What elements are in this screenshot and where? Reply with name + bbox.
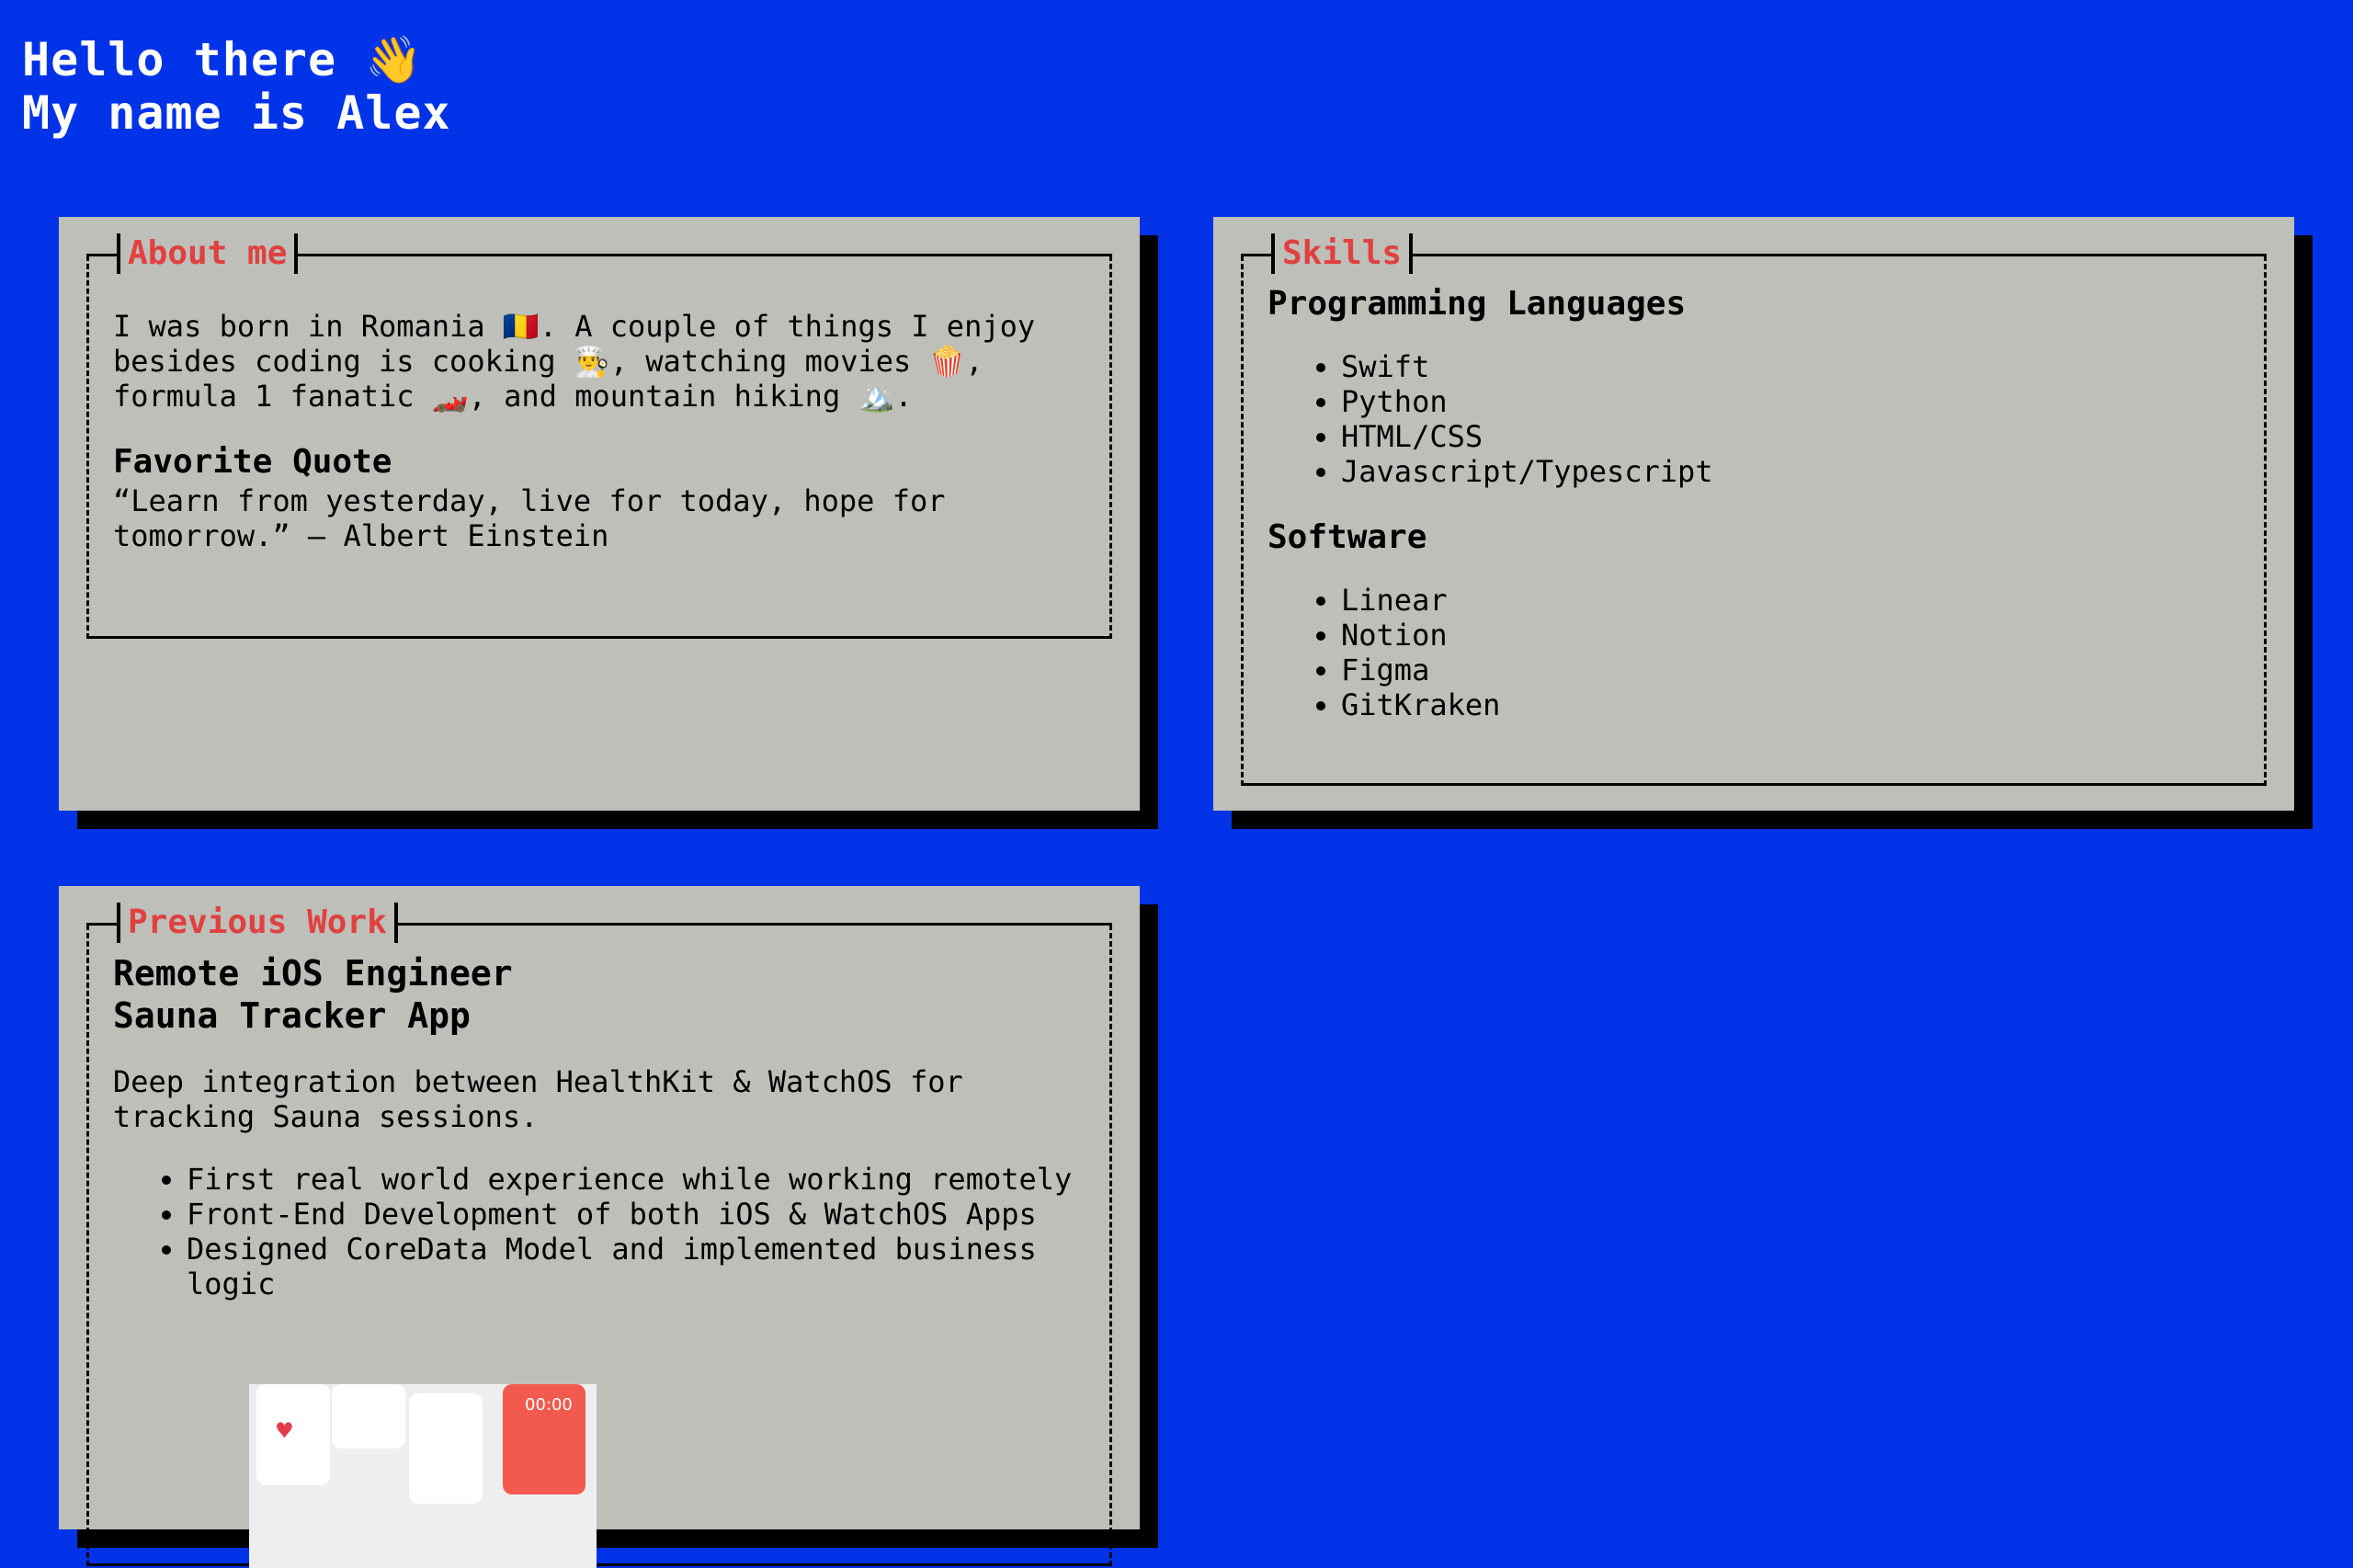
work-project: Sauna Tracker App — [113, 995, 471, 1036]
list-item: GitKraken — [1341, 687, 2245, 722]
greeting-line-1: Hello there 👋 — [22, 33, 424, 86]
list-item: Javascript/Typescript — [1341, 454, 2245, 489]
list-item: HTML/CSS — [1341, 419, 2245, 454]
about-text: I was born in Romania 🇷🇴. A couple of th… — [113, 309, 1036, 414]
list-item: Designed CoreData Model and implemented … — [187, 1232, 1091, 1301]
list-item: Notion — [1341, 618, 2245, 653]
work-card: Previous Work Remote iOS Engineer Sauna … — [59, 886, 1140, 1568]
list-item: Front-End Development of both iOS & Watc… — [187, 1197, 1091, 1232]
work-content: Remote iOS Engineer Sauna Tracker App De… — [113, 952, 1091, 1329]
work-title: Previous Work — [117, 903, 398, 943]
work-description: Deep integration between HealthKit & Wat… — [113, 1064, 963, 1134]
greeting-line-2: My name is Alex — [22, 86, 451, 140]
about-title: About me — [117, 233, 299, 274]
list-item: Figma — [1341, 653, 2245, 687]
app-screen — [409, 1393, 483, 1504]
list-item: First real world experience while workin… — [187, 1162, 1091, 1197]
skills-frame: Skills Programming Languages Swift Pytho… — [1241, 233, 2267, 786]
work-frame: Previous Work Remote iOS Engineer Sauna … — [86, 903, 1112, 1568]
skills-card: Skills Programming Languages Swift Pytho… — [1213, 217, 2294, 811]
skills-content: Programming Languages Swift Python HTML/… — [1267, 283, 2245, 750]
about-content: I was born in Romania 🇷🇴. A couple of th… — [113, 309, 1091, 553]
app-screen — [332, 1384, 405, 1449]
greeting: Hello there 👋 My name is Alex — [22, 33, 451, 140]
heart-icon: ♥ — [277, 1415, 292, 1446]
list-item: Linear — [1341, 583, 2245, 618]
list-item: Swift — [1341, 349, 2245, 384]
quote-heading: Favorite Quote — [113, 443, 392, 481]
skills-title: Skills — [1271, 233, 1414, 274]
timer-label: 00:00 — [525, 1395, 573, 1415]
work-role: Remote iOS Engineer — [113, 953, 513, 994]
quote-text: “Learn from yesterday, live for today, h… — [113, 483, 946, 553]
work-bullets: First real world experience while workin… — [113, 1162, 1091, 1301]
languages-list: Swift Python HTML/CSS Javascript/Typescr… — [1267, 349, 2245, 489]
list-item: Python — [1341, 384, 2245, 419]
app-screenshots-image: ♥ 00:00 — [249, 1384, 597, 1568]
about-card: About me I was born in Romania 🇷🇴. A cou… — [59, 217, 1140, 811]
about-frame: About me I was born in Romania 🇷🇴. A cou… — [86, 233, 1112, 639]
software-heading: Software — [1267, 518, 1427, 556]
software-list: Linear Notion Figma GitKraken — [1267, 583, 2245, 722]
languages-heading: Programming Languages — [1267, 285, 1687, 323]
